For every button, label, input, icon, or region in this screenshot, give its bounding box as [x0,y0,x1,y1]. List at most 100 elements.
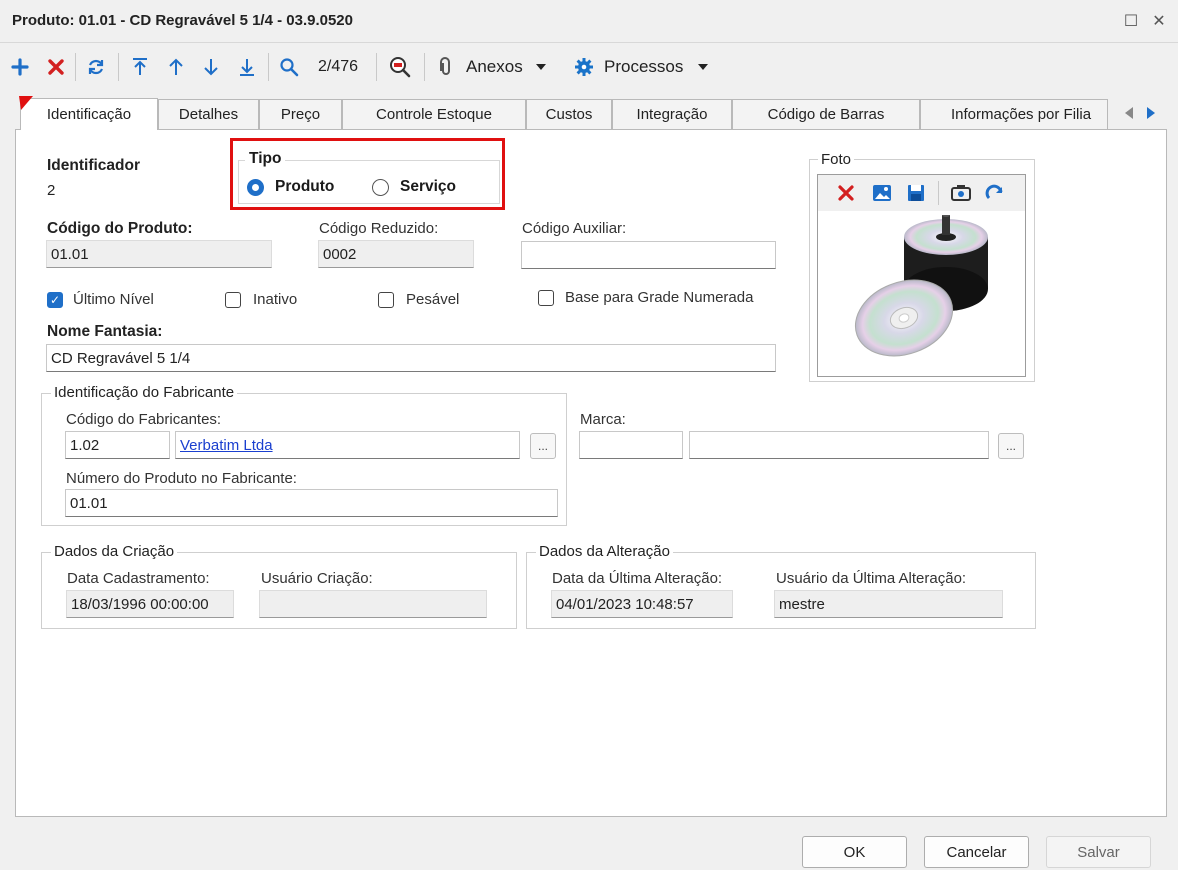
fabricante-name-field[interactable]: Verbatim Ltda [175,431,520,459]
marca-name-field[interactable] [689,431,989,459]
checkbox-base-grade[interactable]: Base para Grade Numerada [538,289,753,306]
delete-icon [48,59,64,75]
next-record-button[interactable] [199,51,223,83]
codigo-fabricante-label: Código do Fabricantes: [66,411,222,428]
camera-icon[interactable] [951,184,971,202]
toolbar-separator [118,53,119,81]
data-cadastramento-field[interactable]: 18/03/1996 00:00:00 [66,590,234,618]
last-record-icon [240,59,254,76]
toolbar: 2/476 Anexos Processos [0,43,1178,91]
checkbox-label: Inativo [253,291,298,308]
checkbox-label: Pesável [406,291,460,308]
nome-fantasia-label: Nome Fantasia: [47,323,163,340]
save-icon[interactable] [907,184,925,202]
active-marker-icon [19,96,33,110]
caret-down-icon [535,64,546,70]
criacao-group-label: Dados da Criação [51,543,178,560]
numero-fabricante-label: Número do Produto no Fabricante: [66,470,297,487]
refresh-button[interactable] [84,51,108,83]
add-button[interactable] [8,51,32,83]
tab-identificacao[interactable]: Identificação [20,98,158,130]
usuario-criacao-field[interactable] [259,590,487,618]
previous-record-icon [169,58,183,75]
tab-controle-estoque[interactable]: Controle Estoque [342,99,526,129]
previous-record-button[interactable] [164,51,188,83]
marca-code-field[interactable] [579,431,683,459]
add-icon [11,58,29,76]
data-cadastramento-label: Data Cadastramento: [67,570,210,587]
tipo-option-label: Serviço [400,178,457,195]
image-icon[interactable] [872,184,892,202]
tab-integracao[interactable]: Integração [612,99,732,129]
photo-frame [817,174,1026,377]
tab-label: Detalhes [178,106,239,123]
processes-label: Processos [604,57,684,76]
tipo-option-servico[interactable]: Serviço [372,178,456,196]
tab-label: Identificação [46,106,132,123]
save-button[interactable]: Salvar [1046,836,1151,868]
first-record-button[interactable] [128,51,152,83]
sql-query-button[interactable] [387,51,413,83]
next-record-icon [204,59,218,76]
caret-down-icon [698,64,709,70]
usuario-alteracao-field[interactable]: mestre [774,590,1003,618]
tipo-label: Tipo [245,150,286,168]
search-icon [280,58,299,77]
first-record-icon [133,58,147,75]
tab-informacoes-filial[interactable]: Informações por Filia [920,99,1108,129]
data-alteracao-field[interactable]: 04/01/2023 10:48:57 [551,590,733,618]
delete-photo-icon[interactable] [837,184,855,202]
cancel-button[interactable]: Cancelar [924,836,1029,868]
codigo-auxiliar-field[interactable] [521,241,776,269]
codigo-reduzido-field[interactable]: 0002 [318,240,474,268]
sql-query-icon [390,57,411,78]
attachments-menu[interactable]: Anexos [438,51,562,83]
tab-codigo-barras[interactable]: Código de Barras [732,99,920,129]
codigo-fabricante-field[interactable]: 1.02 [65,431,170,459]
maximize-button[interactable]: ☐ [1118,8,1144,34]
codigo-produto-field[interactable]: 01.01 [46,240,272,268]
checkbox-unchecked-icon [225,291,241,308]
numero-fabricante-field[interactable]: 01.01 [65,489,558,517]
photo-toolbar-separator [938,181,939,205]
close-window-button[interactable]: ✕ [1146,8,1172,34]
tab-preco[interactable]: Preço [259,99,342,129]
delete-button[interactable] [44,51,68,83]
tab-detalhes[interactable]: Detalhes [158,99,259,129]
marca-label: Marca: [580,411,626,428]
toolbar-separator [75,53,76,81]
codigo-produto-label: Código do Produto: [47,220,193,237]
fabricante-name-link[interactable]: Verbatim Ltda [180,437,273,454]
scroll-right-icon[interactable] [1145,106,1157,120]
tab-custos[interactable]: Custos [526,99,612,129]
gear-icon [575,58,593,76]
scroll-left-icon[interactable] [1123,106,1135,120]
tab-label: Informações por Filia [951,106,1092,123]
tab-scroller [1112,99,1168,127]
toolbar-separator [424,53,425,81]
checkbox-unchecked-icon [538,289,554,306]
usuario-alteracao-label: Usuário da Última Alteração: [776,570,967,587]
rotate-icon[interactable] [985,184,1005,202]
nome-fantasia-field[interactable]: CD Regravável 5 1/4 [46,344,776,372]
tab-label: Controle Estoque [376,106,492,123]
refresh-icon [88,59,104,75]
marca-lookup-button[interactable]: ... [998,433,1024,459]
ok-button[interactable]: OK [802,836,907,868]
last-record-button[interactable] [235,51,259,83]
tipo-option-produto[interactable]: Produto [247,178,334,196]
tab-label: Integração [636,106,708,123]
checkbox-label: Base para Grade Numerada [565,289,754,306]
toolbar-separator [376,53,377,81]
checkbox-unchecked-icon [378,291,394,308]
window-titlebar: Produto: 01.01 - CD Regravável 5 1/4 - 0… [0,0,1178,43]
checkbox-pesavel[interactable]: Pesável [378,291,459,308]
checkbox-inativo[interactable]: Inativo [225,291,297,308]
toolbar-separator [268,53,269,81]
checkbox-ultimo-nivel[interactable]: ✓ Último Nível [47,291,154,308]
fabricante-lookup-button[interactable]: ... [530,433,556,459]
tab-label: Preço [280,106,321,123]
search-button[interactable] [277,51,301,83]
processes-menu[interactable]: Processos [574,51,724,83]
paperclip-icon [440,57,450,75]
